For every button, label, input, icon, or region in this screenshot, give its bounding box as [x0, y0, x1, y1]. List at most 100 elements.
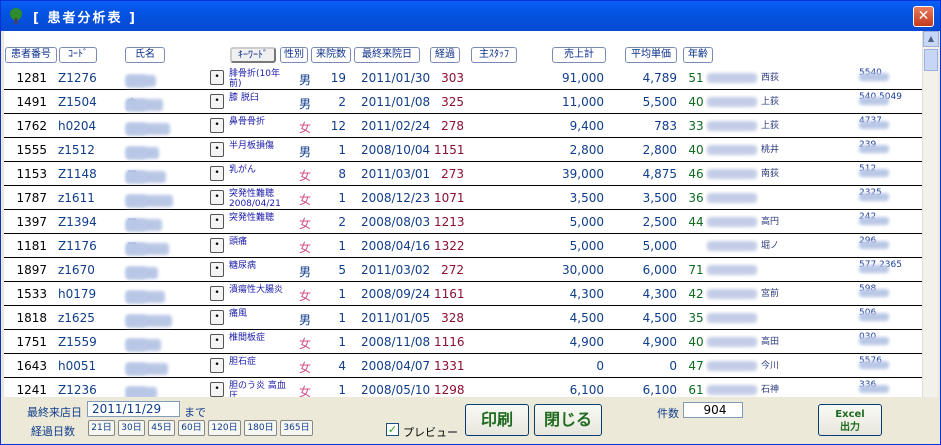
elapsed-days: 1213 [434, 215, 465, 229]
patient-code: Z1176 [58, 239, 97, 253]
days-180-button[interactable]: 180日 [244, 420, 277, 436]
sex: 男 [298, 97, 311, 111]
sales-total: 9,400 [569, 119, 604, 133]
print-button[interactable]: 印刷 [465, 404, 529, 436]
preview-label: プレビュー [403, 426, 458, 439]
last-visit-label: 最終来店日 [27, 406, 82, 419]
header-sex[interactable]: 性別 [280, 47, 308, 63]
keyword-button[interactable]: • [210, 334, 224, 349]
visits: 1 [338, 191, 346, 205]
visits: 1 [338, 335, 346, 349]
days-365-button[interactable]: 365日 [280, 420, 313, 436]
keyword-button[interactable]: • [210, 310, 224, 325]
days-60-button[interactable]: 60日 [178, 420, 205, 436]
table-row[interactable]: 1762 h0204 • 鼻骨骨折 女 12 2011/02/24 278 9,400 783 3… [4, 115, 922, 138]
area: 上荻 [761, 97, 780, 107]
table-row[interactable]: 1533 h0179 • 潰瘍性大腸炎 女 1 2008/09/24 1161 4,300 4,… [4, 283, 922, 306]
age: 40 [688, 95, 704, 109]
phone: 336 [859, 381, 889, 393]
patient-name: 夫 [126, 95, 206, 112]
header-visits[interactable]: 来院数 [311, 47, 351, 63]
keyword-button[interactable]: • [210, 358, 224, 373]
keyword-button[interactable]: • [210, 382, 224, 397]
keyword-button[interactable]: • [210, 262, 224, 277]
preview-checkbox[interactable]: ✓ [386, 423, 399, 436]
last-visit: 2011/03/02 [361, 263, 431, 277]
sales-total: 5,000 [569, 239, 604, 253]
table-row[interactable]: 1897 z1670 • 糖尿病 男 5 2011/03/02 272 30,000 6,000… [4, 259, 922, 282]
days-21-button[interactable]: 21日 [88, 420, 115, 436]
table-row[interactable]: 1153 Z1148 子 • 乳がん 女 8 2011/03/01 273 39,000 4,87… [4, 163, 922, 186]
table-row[interactable]: 1281 Z1276 • 腓骨折(10年前) 男 19 2011/01/30 303 91,0… [4, 67, 922, 90]
patient-no: 1241 [16, 383, 47, 397]
days-45-button[interactable]: 45日 [148, 420, 175, 436]
excel-export-button[interactable]: Excel 出力 [818, 404, 882, 436]
patient-code: Z1236 [58, 383, 97, 397]
table-row[interactable]: 1643 h0051 • 胆石症 女 4 2008/04/071331 0 0 47 今川 5576 [4, 355, 922, 378]
header-last-visit[interactable]: 最終来院日 [354, 47, 420, 63]
sales-total: 3,500 [569, 191, 604, 205]
keyword-text: 潰瘍性大腸炎 [229, 285, 284, 295]
count-field: 904 [683, 402, 743, 418]
keyword-text: 鼻骨骨折 [229, 117, 266, 127]
patient-code: Z1394 [58, 215, 97, 229]
keyword-button[interactable]: • [210, 286, 224, 301]
table-row[interactable]: 1751 Z1559 • 椎間板症 女 1 2008/11/08 1116 4,900 4,90… [4, 331, 922, 354]
close-button[interactable]: 閉じる [534, 404, 602, 436]
header-sales[interactable]: 売上計 [552, 47, 606, 63]
header-avg[interactable]: 平均単価 [625, 47, 677, 63]
table-row[interactable]: 1787 z1611 • 突発性難聴 2008/04/21 女 1 2008/12/23 1… [4, 187, 922, 210]
keyword-button[interactable]: • [210, 214, 224, 229]
keyword-text: 半月板損傷 [229, 141, 275, 151]
header-code[interactable]: ｺｰﾄﾞ [59, 47, 97, 63]
avg-price: 2,500 [642, 215, 677, 229]
keyword-text: 腓骨折(10年前) [229, 69, 280, 89]
days-120-button[interactable]: 120日 [208, 420, 241, 436]
avg-price: 4,300 [642, 287, 677, 301]
header-keyword[interactable]: ｷｰﾜｰﾄﾞ [230, 47, 276, 63]
patient-code: h0204 [58, 119, 97, 133]
table-row[interactable]: 1397 Z1394 子 • 突発性難聴 女 2 2008/08/031213 5,000 2,… [4, 211, 922, 234]
sex: 男 [298, 265, 311, 279]
keyword-text: 痛風 [229, 309, 248, 319]
table-row[interactable]: 1555 z1512 • 半月板損傷 男 1 2008/10/04 1151 2,800 2,8… [4, 139, 922, 162]
header-name[interactable]: 氏名 [125, 47, 165, 63]
last-visit-field[interactable]: 2011/11/29 [87, 401, 180, 417]
visits: 12 [330, 119, 346, 133]
keyword-button[interactable]: • [210, 190, 224, 205]
scroll-up-icon[interactable]: ▲ [923, 31, 939, 47]
patient-name: 子 [126, 239, 206, 256]
scroll-thumb[interactable] [924, 49, 938, 71]
last-visit: 2008/09/24 [361, 287, 431, 301]
app-window: [ 患者分析表 ] ✕ 患者番号 ｺｰﾄﾞ 氏名 ｷｰﾜｰﾄﾞ 性別 来院数 最… [0, 0, 941, 445]
keyword-button[interactable]: • [210, 70, 224, 85]
keyword-button[interactable]: • [210, 166, 224, 181]
close-window-button[interactable]: ✕ [913, 6, 934, 27]
keyword-button[interactable]: • [210, 238, 224, 253]
days-30-button[interactable]: 30日 [118, 420, 145, 436]
header-patient-no[interactable]: 患者番号 [5, 47, 57, 63]
vertical-scrollbar[interactable]: ▲ [922, 31, 939, 425]
table-row[interactable]: 1491 Z1504 夫 • 膝 脱臼 男 2 2011/01/08 325 11,000 5,5… [4, 91, 922, 114]
elapsed-days: 1331 [434, 359, 465, 373]
avg-price: 4,789 [642, 71, 677, 85]
patient-no: 1533 [16, 287, 47, 301]
age: 42 [688, 287, 704, 301]
header-staff[interactable]: 主ｽﾀｯﾌ [471, 47, 517, 63]
last-visit: 2008/04/16 [361, 239, 431, 253]
header-elapsed[interactable]: 経過 [430, 47, 460, 63]
table-row[interactable]: 1181 Z1176 子 • 頭痛 女 1 2008/04/161322 5,000 5,000… [4, 235, 922, 258]
keyword-button[interactable]: • [210, 94, 224, 109]
patient-no: 1555 [16, 143, 47, 157]
keyword-button[interactable]: • [210, 118, 224, 133]
elapsed-days: 325 [441, 95, 464, 109]
sales-total: 6,100 [569, 383, 604, 397]
age: 71 [688, 263, 704, 277]
last-visit: 2011/03/01 [361, 167, 431, 181]
sex: 女 [298, 121, 311, 135]
header-age[interactable]: 年齢 [683, 47, 713, 63]
table-row[interactable]: 1818 z1625 • 痛風 男 1 2011/01/05 328 4,500 4,500 35… [4, 307, 922, 330]
keyword-button[interactable]: • [210, 142, 224, 157]
sex: 女 [298, 289, 311, 303]
avg-price: 5,500 [642, 95, 677, 109]
